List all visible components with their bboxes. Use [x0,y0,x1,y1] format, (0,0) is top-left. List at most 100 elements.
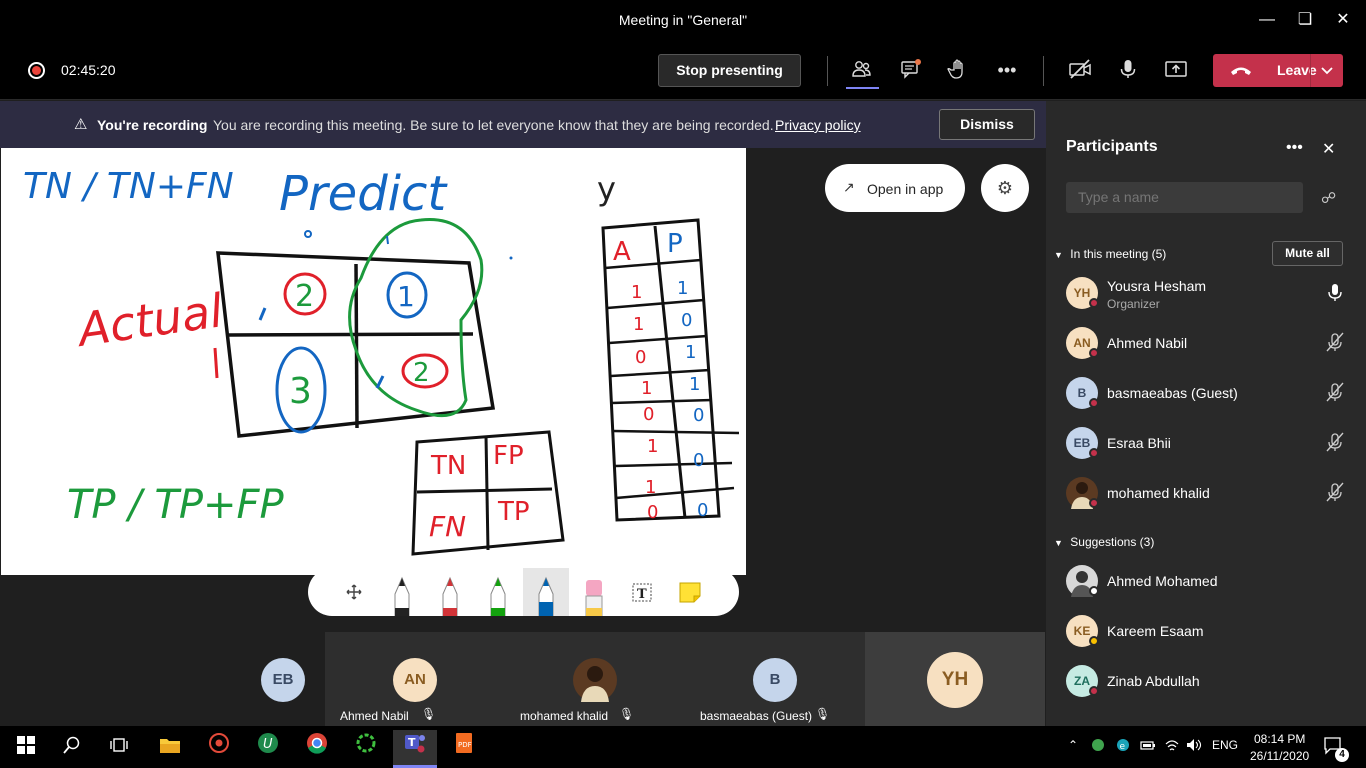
link-icon[interactable]: ☍ [1321,189,1336,207]
svg-text:1: 1 [645,477,656,498]
teams-icon[interactable]: T [393,730,437,766]
mic-muted-icon: 🎙︎ [421,707,437,721]
warning-icon: ⚠ [74,116,88,133]
windows-taskbar: U T PDF ⌃ e ENG 08:14 PM 26/11/2020 4 [0,726,1366,768]
in-meeting-label: In this meeting (5) [1070,247,1167,261]
file-explorer-icon[interactable] [148,730,192,766]
privacy-policy-link[interactable]: Privacy policy [775,117,861,133]
leave-divider [1310,54,1311,87]
avatar[interactable]: EB [261,658,305,702]
cell-tn: 2 [295,279,314,314]
suggestion-row[interactable]: ZA Zinab Abdullah [1046,657,1366,705]
participant-name: Esraa Bhii [1107,435,1171,451]
more-options-icon[interactable]: ••• [1286,139,1303,157]
task-view-icon[interactable] [97,730,141,766]
clock-time[interactable]: 08:14 PM [1254,732,1305,746]
text-tool-icon[interactable]: T [619,568,665,616]
app-shield-icon[interactable] [197,730,241,766]
recording-banner-title: You're recording [97,117,208,133]
hang-up-icon [1231,67,1251,75]
svg-text:0: 0 [635,347,646,368]
wifi-icon[interactable] [1164,738,1180,755]
edge-icon[interactable]: e [1115,738,1131,755]
participant-row[interactable]: B basmaeabas (Guest) [1046,369,1366,417]
suggestion-row[interactable]: Ahmed Mohamed [1046,557,1366,605]
minimize-icon[interactable]: — [1255,8,1279,32]
raise-hand-icon[interactable] [946,58,970,82]
meeting-toolbar: 02:45:20 Stop presenting ••• Leave [0,40,1366,100]
suggestion-row[interactable]: KE Kareem Esaam [1046,607,1366,655]
windows-start-icon[interactable] [4,730,48,766]
video-tile[interactable]: B basmaeabas (Guest) 🎙︎ [685,632,865,726]
mic-muted-icon[interactable] [1324,431,1346,453]
blue-pen-icon[interactable] [523,568,569,617]
in-meeting-header[interactable]: ▼ In this meeting (5) [1054,247,1166,261]
open-in-app-button[interactable]: ↗ Open in app [825,164,965,212]
small-fp: FP [493,441,524,471]
participant-name: Ahmed Nabil [1107,335,1188,351]
gear-icon[interactable]: ⚙ [981,164,1029,212]
svg-text:e: e [1120,742,1126,752]
red-pen-icon[interactable] [427,568,473,617]
sticky-note-icon[interactable] [667,568,713,616]
mute-all-button[interactable]: Mute all [1272,241,1343,266]
microphone-icon[interactable] [1324,281,1346,303]
leave-button[interactable]: Leave [1213,54,1343,87]
tile-name: Ahmed Nabil [340,709,409,723]
network-app-icon[interactable] [1090,738,1106,755]
video-tile[interactable]: AN Ahmed Nabil 🎙︎ [325,632,505,726]
whiteboard-canvas[interactable]: TN / TN+FN Predict Actual TP / TP+FP y 2… [1,148,746,575]
table-head-p: P [667,229,683,259]
svg-text:0: 0 [681,310,692,331]
participant-row[interactable]: mohamed khalid [1046,469,1366,517]
video-tile[interactable]: mohamed khalid 🎙︎ [505,632,685,726]
black-pen-icon[interactable] [379,568,425,617]
status-badge [1089,298,1099,308]
participant-row[interactable]: AN Ahmed Nabil [1046,319,1366,367]
mic-muted-icon[interactable] [1324,481,1346,503]
mic-muted-icon[interactable] [1324,381,1346,403]
participant-name: basmaeabas (Guest) [1107,385,1238,401]
video-tile[interactable]: YH [865,632,1045,726]
microphone-icon[interactable] [1116,58,1140,82]
suggestions-label: Suggestions (3) [1070,535,1155,549]
eraser-icon[interactable] [571,568,617,617]
participant-row[interactable]: EB Esraa Bhii [1046,419,1366,467]
search-input[interactable] [1066,182,1303,213]
svg-text:1: 1 [631,282,642,303]
u-app-icon[interactable]: U [246,730,290,766]
maximize-icon[interactable]: ❏ [1293,8,1317,32]
language-indicator[interactable]: ENG [1212,738,1238,752]
green-pen-icon[interactable] [475,568,521,617]
mic-muted-icon[interactable] [1324,331,1346,353]
green-circle-app-icon[interactable] [344,730,388,766]
volume-icon[interactable] [1186,738,1202,755]
share-screen-icon[interactable] [1164,58,1188,82]
stop-presenting-button[interactable]: Stop presenting [658,54,801,87]
participant-row[interactable]: YH Yousra Hesham Organizer [1046,269,1366,317]
search-icon[interactable] [50,730,94,766]
participants-panel: Participants ••• ✕ ☍ ▼ In this meeting (… [1046,101,1366,726]
battery-icon[interactable] [1140,738,1156,755]
status-badge [1089,586,1099,596]
dismiss-button[interactable]: Dismiss [939,109,1035,140]
participants-icon[interactable] [850,58,874,82]
suggestions-header[interactable]: ▼ Suggestions (3) [1054,535,1154,549]
clock-date[interactable]: 26/11/2020 [1250,749,1309,763]
chrome-icon[interactable] [295,730,339,766]
close-icon[interactable]: ✕ [1322,139,1335,159]
suggestion-name: Ahmed Mohamed [1107,573,1218,589]
pdf-app-icon[interactable]: PDF [442,730,486,766]
svg-text:U: U [263,737,273,752]
chevron-down-icon[interactable] [1320,66,1334,76]
chat-icon[interactable] [899,58,923,82]
svg-text:0: 0 [693,405,704,426]
more-options-icon[interactable]: ••• [995,58,1019,82]
chevron-up-icon[interactable]: ⌃ [1068,738,1078,752]
close-icon[interactable]: ✕ [1331,8,1355,32]
small-matrix: TN FP FN TP [411,430,565,556]
participant-name: Yousra Hesham [1107,278,1207,294]
confusion-matrix: 2 1 3 2 [213,218,496,438]
move-tool-icon[interactable] [331,568,377,616]
camera-off-icon[interactable] [1068,58,1092,82]
